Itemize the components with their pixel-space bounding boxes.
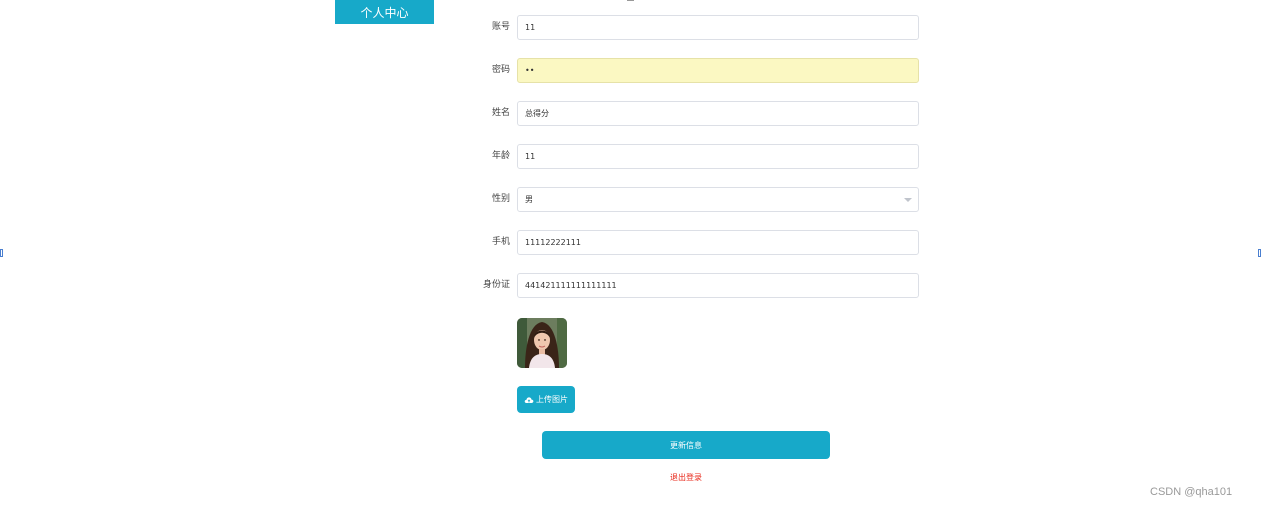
cloud-upload-icon bbox=[524, 396, 534, 403]
age-label: 年龄 bbox=[491, 151, 510, 161]
update-info-label: 更新信息 bbox=[670, 440, 702, 450]
upload-image-button[interactable]: 上传图片 bbox=[517, 386, 575, 413]
gender-row: 性别 男 bbox=[460, 187, 920, 212]
idcard-input[interactable] bbox=[517, 273, 919, 298]
gender-label: 性别 bbox=[491, 194, 510, 204]
watermark: CSDN @qha101 bbox=[1150, 486, 1233, 498]
logout-link[interactable]: 退出登录 bbox=[636, 470, 736, 486]
sidebar-item-label: 个人中心 bbox=[360, 5, 409, 20]
right-edge-handle bbox=[1258, 249, 1261, 257]
gender-select[interactable]: 男 bbox=[517, 187, 919, 212]
phone-label: 手机 bbox=[491, 237, 510, 247]
top-divider-fragment bbox=[627, 0, 634, 1]
left-edge-handle bbox=[0, 249, 3, 257]
update-info-button[interactable]: 更新信息 bbox=[542, 431, 830, 459]
name-label: 姓名 bbox=[491, 108, 510, 118]
name-input[interactable] bbox=[517, 101, 919, 126]
idcard-label: 身份证 bbox=[482, 280, 510, 290]
password-label: 密码 bbox=[491, 65, 510, 75]
account-row: 账号 bbox=[460, 15, 920, 40]
age-row: 年龄 bbox=[460, 144, 920, 169]
avatar[interactable] bbox=[517, 318, 567, 368]
upload-image-label: 上传图片 bbox=[536, 395, 568, 404]
password-input[interactable]: •• bbox=[517, 58, 919, 83]
account-input[interactable] bbox=[517, 15, 919, 40]
gender-selected-value: 男 bbox=[525, 195, 533, 204]
idcard-row: 身份证 bbox=[460, 273, 920, 298]
password-row: 密码 •• bbox=[460, 58, 920, 83]
name-row: 姓名 bbox=[460, 101, 920, 126]
phone-row: 手机 bbox=[460, 230, 920, 255]
page: { "sidebar": { "active_tab_label": "个人中心… bbox=[0, 0, 1262, 507]
age-input[interactable] bbox=[517, 144, 919, 169]
avatar-photo bbox=[517, 318, 567, 368]
sidebar-item-personal-center[interactable]: 个人中心 bbox=[335, 0, 434, 24]
chevron-down-icon bbox=[904, 198, 912, 202]
account-label: 账号 bbox=[491, 22, 510, 32]
phone-input[interactable] bbox=[517, 230, 919, 255]
